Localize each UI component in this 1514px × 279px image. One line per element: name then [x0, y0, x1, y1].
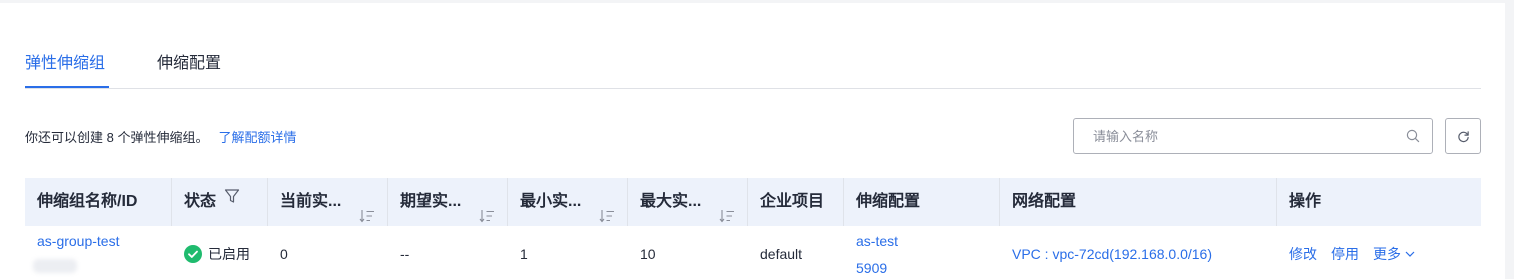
refresh-icon: [1458, 131, 1469, 143]
cell-name: as-group-test: [25, 226, 172, 279]
tab-scaling-groups[interactable]: 弹性伸缩组: [25, 53, 105, 75]
max-value: 10: [640, 246, 656, 262]
col-config: 伸缩配置: [844, 178, 1000, 226]
col-desired[interactable]: 期望实...: [388, 178, 508, 226]
min-value: 1: [520, 246, 528, 262]
col-current-label: 当前实...: [280, 193, 342, 210]
check-circle-icon: [184, 244, 202, 263]
quota-details-link[interactable]: 了解配额详情: [218, 130, 296, 145]
col-ops: 操作: [1277, 178, 1481, 226]
current-value: 0: [280, 246, 288, 262]
active-tab-indicator: [25, 86, 109, 88]
search-icon[interactable]: [1406, 129, 1420, 143]
cell-status: 已启用: [172, 226, 268, 279]
col-desired-label: 期望实...: [400, 193, 462, 210]
col-max-label: 最大实...: [640, 193, 702, 210]
col-config-label: 伸缩配置: [856, 193, 921, 210]
quota-notice: 你还可以创建 8 个弹性伸缩组。 了解配额详情: [25, 129, 296, 147]
cell-current: 0: [268, 226, 388, 279]
config-link[interactable]: as-test: [856, 232, 898, 250]
row-actions: 修改 停用 更多: [1289, 245, 1429, 263]
status-text: 已启用: [208, 246, 250, 262]
col-name-label: 伸缩组名称/ID: [37, 193, 138, 210]
table-row: as-group-test 已启用 0 -- 1 10 default as-t…: [25, 226, 1481, 279]
tab-scaling-configs[interactable]: 伸缩配置: [157, 53, 221, 75]
table-header: 伸缩组名称/ID 状态 当前实... 期望实... 最小实... 最大实... …: [25, 178, 1481, 226]
cell-ops: 修改 停用 更多: [1277, 226, 1481, 279]
cell-project: default: [748, 226, 844, 279]
col-status: 状态: [172, 178, 268, 226]
col-name: 伸缩组名称/ID: [25, 178, 172, 226]
modify-button[interactable]: 修改: [1289, 246, 1317, 262]
more-label: 更多: [1373, 246, 1401, 262]
quota-text: 你还可以创建 8 个弹性伸缩组。: [25, 130, 209, 145]
col-current[interactable]: 当前实...: [268, 178, 388, 226]
col-network-label: 网络配置: [1012, 193, 1077, 210]
col-project: 企业项目: [748, 178, 844, 226]
group-name-link[interactable]: as-group-test: [37, 232, 119, 250]
col-status-label: 状态: [184, 193, 217, 210]
col-min[interactable]: 最小实...: [508, 178, 628, 226]
refresh-button[interactable]: [1445, 118, 1481, 154]
cell-min: 1: [508, 226, 628, 279]
desired-value: --: [400, 246, 410, 262]
group-id-redacted: [33, 259, 77, 273]
more-dropdown[interactable]: 更多: [1373, 246, 1415, 262]
col-ops-label: 操作: [1289, 193, 1322, 210]
cell-max: 10: [628, 226, 748, 279]
cell-config: as-test 5909: [844, 226, 1000, 279]
status-badge: 已启用: [184, 244, 250, 264]
cell-desired: --: [388, 226, 508, 279]
col-project-label: 企业项目: [760, 193, 825, 210]
chevron-down-icon: [1405, 251, 1415, 258]
content-card: 弹性伸缩组 伸缩配置 你还可以创建 8 个弹性伸缩组。了解配额详情 伸缩组名称/…: [0, 3, 1505, 279]
search-input[interactable]: [1075, 120, 1395, 152]
col-network: 网络配置: [1000, 178, 1277, 226]
disable-button[interactable]: 停用: [1331, 246, 1359, 262]
tab-bar: 弹性伸缩组 伸缩配置: [25, 49, 1481, 89]
vpc-link[interactable]: VPC : vpc-72cd(192.168.0.0/16): [1012, 245, 1212, 263]
config-link-id[interactable]: 5909: [856, 259, 887, 277]
cell-network: VPC : vpc-72cd(192.168.0.0/16): [1000, 226, 1277, 279]
col-max[interactable]: 最大实...: [628, 178, 748, 226]
filter-icon[interactable]: [224, 176, 240, 224]
project-value: default: [760, 246, 803, 262]
search-box[interactable]: [1073, 118, 1433, 154]
col-min-label: 最小实...: [520, 193, 582, 210]
